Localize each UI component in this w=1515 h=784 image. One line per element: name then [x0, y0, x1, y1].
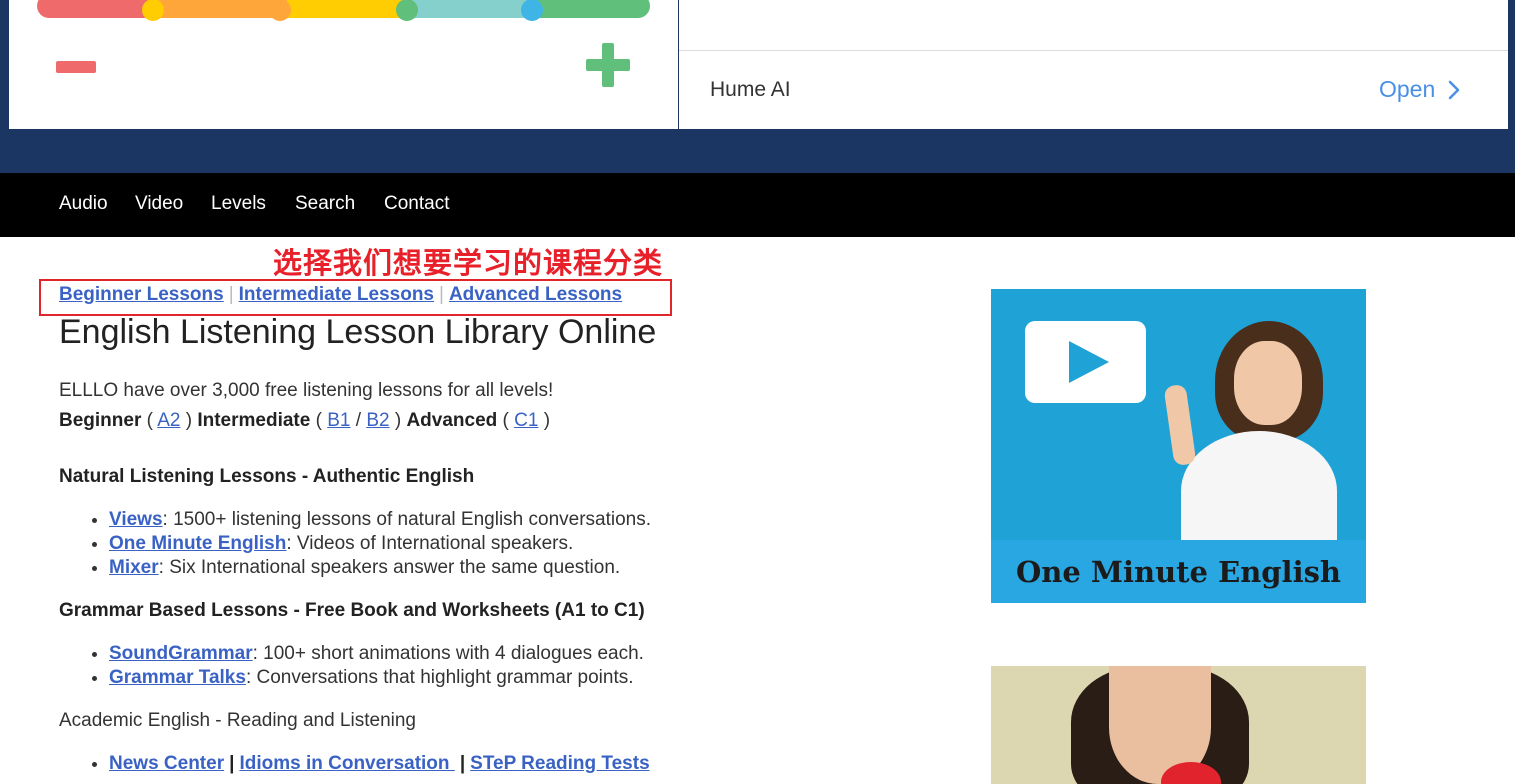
level-links: Beginner Lessons | Intermediate Lessons | Ad…	[59, 284, 622, 306]
ad-card[interactable]: Hume AI Open	[679, 0, 1508, 129]
ad-advertiser-name: Hume AI	[710, 78, 791, 101]
ad-media-area	[679, 0, 1508, 51]
list-item: Grammar Talks: Conversations that highli…	[109, 666, 644, 690]
beginner-label: Beginner	[59, 410, 142, 431]
level-link-a2[interactable]: A2	[157, 410, 180, 431]
rating-color-bar	[37, 0, 650, 18]
play-icon	[1025, 321, 1146, 403]
idioms-in-conversation-link[interactable]: Idioms in Conversation	[239, 753, 454, 774]
second-promo-image[interactable]	[991, 666, 1366, 784]
page-title: English Listening Lesson Library Online	[59, 313, 657, 351]
list-item: Views: 1500+ listening lessons of natura…	[109, 508, 651, 532]
nav-item-contact[interactable]: Contact	[384, 193, 449, 215]
ad-open-label: Open	[1379, 76, 1436, 102]
level-link-c1[interactable]: C1	[514, 410, 538, 431]
mixer-desc: : Six International speakers answer the …	[158, 557, 621, 578]
mixer-link[interactable]: Mixer	[109, 557, 159, 578]
list-item: News Center|Idioms in Conversation |STeP…	[109, 752, 650, 776]
views-link[interactable]: Views	[109, 509, 163, 530]
nav-item-audio[interactable]: Audio	[59, 193, 108, 215]
section-title-academic: Academic English - Reading and Listening	[59, 710, 416, 731]
minus-icon[interactable]	[56, 61, 96, 73]
nav-item-search[interactable]: Search	[295, 193, 355, 215]
chevron-right-icon	[1449, 80, 1460, 99]
separator: |	[228, 284, 234, 305]
rating-dot[interactable]	[521, 0, 543, 21]
soundgrammar-desc: : 100+ short animations with 4 dialogues…	[252, 643, 644, 664]
section-title-grammar: Grammar Based Lessons - Free Book and Wo…	[59, 600, 645, 621]
level-link-b2[interactable]: B2	[366, 410, 389, 431]
list-item: Mixer: Six International speakers answer…	[109, 556, 651, 580]
ad-rating-panel	[9, 0, 678, 129]
one-minute-english-desc: : Videos of International speakers.	[286, 533, 574, 554]
advanced-lessons-link[interactable]: Advanced Lessons	[449, 284, 622, 305]
level-link-b1[interactable]: B1	[327, 410, 350, 431]
soundgrammar-link[interactable]: SoundGrammar	[109, 643, 253, 664]
intro-text: ELLLO have over 3,000 free listening les…	[59, 380, 554, 401]
one-minute-english-promo[interactable]: One Minute English	[991, 289, 1366, 603]
plus-icon[interactable]	[586, 43, 630, 87]
nav-item-video[interactable]: Video	[135, 193, 183, 215]
section-title-natural: Natural Listening Lessons - Authentic En…	[59, 466, 475, 487]
grammar-talks-desc: : Conversations that highlight grammar p…	[245, 667, 634, 688]
promo-caption: One Minute English	[1015, 554, 1342, 589]
promo-caption-band: One Minute English	[991, 540, 1366, 603]
list-item: One Minute English: Videos of Internatio…	[109, 532, 651, 556]
natural-lessons-list: Views: 1500+ listening lessons of natura…	[59, 508, 651, 580]
academic-links-list: News Center|Idioms in Conversation |STeP…	[59, 752, 650, 776]
advanced-label: Advanced	[406, 410, 498, 431]
main-nav: Audio Video Levels Search Contact	[0, 173, 1515, 237]
grammar-lessons-list: SoundGrammar: 100+ short animations with…	[59, 642, 644, 690]
rating-dot[interactable]	[142, 0, 164, 21]
grammar-talks-link[interactable]: Grammar Talks	[109, 667, 246, 688]
list-item: SoundGrammar: 100+ short animations with…	[109, 642, 644, 666]
intermediate-label: Intermediate	[197, 410, 311, 431]
intermediate-lessons-link[interactable]: Intermediate Lessons	[239, 284, 434, 305]
step-reading-tests-link[interactable]: STeP Reading Tests	[470, 753, 650, 774]
nav-item-levels[interactable]: Levels	[211, 193, 266, 215]
beginner-lessons-link[interactable]: Beginner Lessons	[59, 284, 224, 305]
rating-dot[interactable]	[396, 0, 418, 21]
news-center-link[interactable]: News Center	[109, 753, 224, 774]
annotation-text: 选择我们想要学习的课程分类	[273, 246, 664, 280]
one-minute-english-link[interactable]: One Minute English	[109, 533, 286, 554]
ad-banner: Hume AI Open	[0, 0, 1515, 173]
ad-open-button[interactable]: Open	[1379, 76, 1461, 103]
views-desc: : 1500+ listening lessons of natural Eng…	[162, 509, 652, 530]
levels-line: Beginner ( A2 ) Intermediate ( B1 / B2 )…	[59, 410, 551, 431]
separator: |	[439, 284, 444, 305]
rating-dot[interactable]	[269, 0, 291, 21]
